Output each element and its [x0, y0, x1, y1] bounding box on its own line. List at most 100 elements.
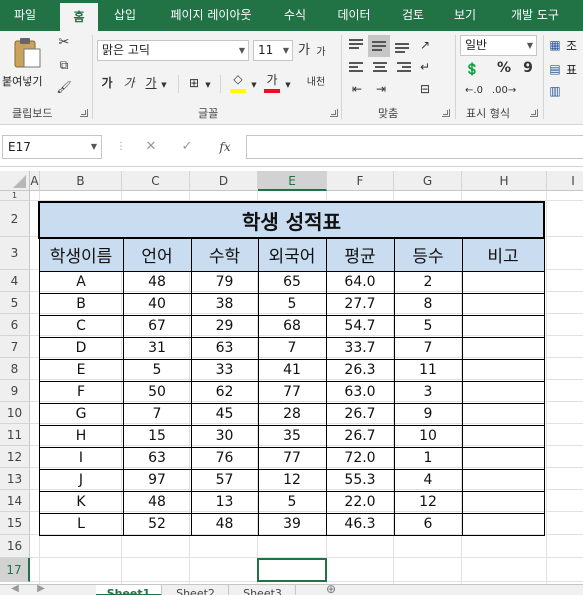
fill-dropdown-icon[interactable]: ▼ — [250, 77, 258, 93]
table-cell[interactable]: 72.0 — [325, 446, 395, 470]
format-table-label[interactable]: 표 — [566, 61, 577, 78]
tab-file[interactable]: 파일 — [0, 0, 50, 31]
table-cell[interactable]: 12 — [257, 468, 327, 492]
table-cell[interactable]: 54.7 — [325, 314, 395, 338]
table-cell[interactable]: 5 — [393, 314, 463, 338]
header-cell[interactable]: 외국어 — [257, 237, 327, 272]
table-cell[interactable] — [461, 424, 545, 448]
align-middle-button[interactable] — [368, 35, 390, 57]
number-format-dropdown[interactable]: 일반 ▼ — [460, 35, 537, 56]
row-header-2[interactable]: 2 — [0, 201, 30, 237]
enter-icon[interactable]: ✓ — [178, 139, 196, 155]
table-cell[interactable]: 26.3 — [325, 358, 395, 382]
table-cell[interactable]: 68 — [257, 314, 327, 338]
table-cell[interactable]: 30 — [190, 424, 259, 448]
table-cell[interactable]: 31 — [122, 336, 192, 360]
tab-home[interactable]: 홈 — [60, 3, 98, 31]
row-header-5[interactable]: 5 — [0, 292, 30, 314]
align-left-button[interactable] — [346, 59, 366, 77]
column-header-e[interactable]: E — [258, 171, 327, 191]
row-header-17[interactable]: 17 — [0, 558, 30, 582]
table-cell[interactable]: 22.0 — [325, 490, 395, 514]
table-cell[interactable]: 26.7 — [325, 402, 395, 426]
row-header-1[interactable]: 1 — [0, 191, 30, 201]
table-cell[interactable]: 10 — [393, 424, 463, 448]
column-header-b[interactable]: B — [40, 171, 122, 191]
tab-insert[interactable]: 삽입 — [104, 0, 146, 31]
tab-developer[interactable]: 개발 도구 — [500, 0, 570, 31]
font-name-dropdown[interactable]: 맑은 고딕 ▼ — [97, 40, 249, 61]
table-cell[interactable]: 55.3 — [325, 468, 395, 492]
table-cell[interactable]: 27.7 — [325, 292, 395, 316]
cell-styles-icon[interactable]: ▥ — [548, 83, 562, 99]
table-cell[interactable]: 48 — [122, 490, 192, 514]
table-cell[interactable]: 63 — [122, 446, 192, 470]
row-header-12[interactable]: 12 — [0, 446, 30, 468]
active-cell-cursor[interactable] — [257, 558, 327, 582]
decrease-indent-icon[interactable]: ⇤ — [348, 81, 366, 97]
alignment-launcher-icon[interactable] — [442, 109, 450, 117]
header-cell[interactable]: 등수 — [393, 237, 463, 272]
table-cell[interactable]: 26.7 — [325, 424, 395, 448]
table-cell[interactable]: K — [38, 490, 124, 514]
percent-button[interactable]: % — [496, 60, 512, 76]
report-title[interactable]: 학생 성적표 — [38, 201, 545, 239]
table-cell[interactable]: 41 — [257, 358, 327, 382]
table-cell[interactable]: 76 — [190, 446, 259, 470]
sheet-tab-2[interactable]: Sheet2 — [163, 585, 229, 595]
underline-button[interactable]: 가 — [144, 75, 158, 91]
table-cell[interactable]: J — [38, 468, 124, 492]
table-cell[interactable]: 77 — [257, 446, 327, 470]
table-cell[interactable]: 65 — [257, 270, 327, 294]
font-launcher-icon[interactable] — [330, 109, 338, 117]
phonetic-button[interactable]: 내천 — [304, 75, 328, 91]
table-cell[interactable]: E — [38, 358, 124, 382]
resize-handle-icon[interactable]: ⋮ — [116, 139, 126, 155]
table-cell[interactable]: 63.0 — [325, 380, 395, 404]
table-cell[interactable]: 6 — [393, 512, 463, 536]
table-cell[interactable]: 77 — [257, 380, 327, 404]
row-header-8[interactable]: 8 — [0, 358, 30, 380]
border-dropdown-icon[interactable]: ▼ — [204, 77, 212, 93]
table-cell[interactable]: 52 — [122, 512, 192, 536]
row-header-15[interactable]: 15 — [0, 512, 30, 535]
row-header-10[interactable]: 10 — [0, 402, 30, 424]
underline-dropdown-icon[interactable]: ▼ — [160, 77, 168, 93]
copy-icon[interactable]: ⧉ — [56, 57, 72, 73]
table-cell[interactable]: 12 — [393, 490, 463, 514]
tab-review[interactable]: 검토 — [392, 0, 434, 31]
table-cell[interactable]: 7 — [122, 402, 192, 426]
table-cell[interactable]: 3 — [393, 380, 463, 404]
table-cell[interactable]: 9 — [393, 402, 463, 426]
tab-page-layout[interactable]: 페이지 레이아웃 — [156, 0, 266, 31]
table-cell[interactable]: G — [38, 402, 124, 426]
table-cell[interactable]: 33.7 — [325, 336, 395, 360]
fill-color-button[interactable]: ◇ — [228, 71, 248, 95]
align-right-button[interactable] — [394, 59, 414, 77]
table-cell[interactable]: 1 — [393, 446, 463, 470]
decrease-decimal-icon[interactable]: .00→ — [492, 83, 516, 99]
table-cell[interactable]: 64.0 — [325, 270, 395, 294]
bold-button[interactable]: 가 — [100, 75, 114, 91]
font-color-button[interactable]: 가 — [262, 71, 282, 95]
column-header-f[interactable]: F — [327, 171, 394, 191]
font-color-dropdown-icon[interactable]: ▼ — [284, 77, 292, 93]
table-cell[interactable]: 62 — [190, 380, 259, 404]
row-header-6[interactable]: 6 — [0, 314, 30, 336]
header-cell[interactable]: 비고 — [461, 237, 545, 272]
cut-icon[interactable]: ✂ — [56, 35, 72, 51]
header-cell[interactable]: 수학 — [190, 237, 259, 272]
header-cell[interactable]: 학생이름 — [38, 237, 124, 272]
table-cell[interactable]: 5 — [257, 292, 327, 316]
tab-view[interactable]: 보기 — [444, 0, 486, 31]
table-cell[interactable] — [461, 380, 545, 404]
conditional-format-icon[interactable]: ▦ — [548, 37, 562, 53]
table-cell[interactable]: 5 — [122, 358, 192, 382]
table-cell[interactable]: H — [38, 424, 124, 448]
table-cell[interactable]: 28 — [257, 402, 327, 426]
table-cell[interactable]: 97 — [122, 468, 192, 492]
table-cell[interactable]: B — [38, 292, 124, 316]
table-cell[interactable]: C — [38, 314, 124, 338]
currency-icon[interactable]: 💲 — [462, 61, 482, 77]
column-header-a[interactable]: A — [30, 171, 40, 191]
